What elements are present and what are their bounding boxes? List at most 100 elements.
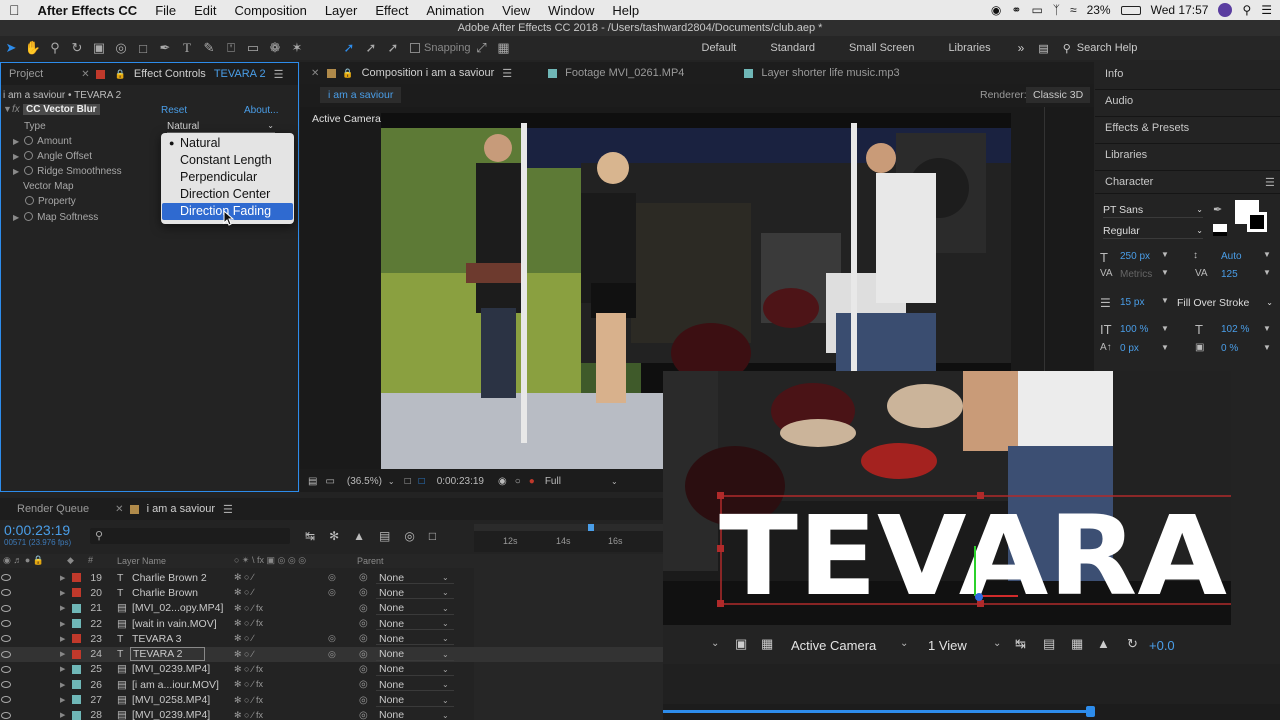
rotate-tool-icon[interactable]: ↻ xyxy=(66,38,88,58)
renderer-dropdown[interactable]: Classic 3D xyxy=(1026,87,1091,103)
tab-layer[interactable]: Layer shorter life music.mp3 xyxy=(753,62,907,84)
motion-blur-icon[interactable]: ◎ xyxy=(404,529,414,543)
swap-colors-icon[interactable] xyxy=(1213,224,1227,236)
chevron-down-icon[interactable]: ▼ xyxy=(1161,250,1169,259)
chevron-down-icon[interactable]: ▼ xyxy=(1161,296,1169,305)
section-libraries[interactable]: Libraries xyxy=(1105,149,1147,161)
reset-exposure-icon[interactable]: ↻ xyxy=(1127,636,1138,652)
menu-animation[interactable]: Animation xyxy=(417,3,493,18)
flowchart-icon[interactable]: ▲ xyxy=(1097,636,1110,651)
record-icon[interactable]: ◉ xyxy=(991,3,1001,17)
monitor-icon[interactable]: ▭ xyxy=(325,476,334,487)
layer-row[interactable]: ▶ 24 T TEVARA 2 ✻ ○ ∕ ◎ ◎ None ⌄ xyxy=(0,646,663,662)
graph-editor-icon[interactable]: □ xyxy=(429,529,436,543)
wifi-icon[interactable]: ≈ xyxy=(1070,3,1077,17)
stopwatch-icon[interactable] xyxy=(24,136,34,145)
safe-zones-icon[interactable]: □ xyxy=(405,476,411,487)
workspace-default[interactable]: Default xyxy=(685,42,754,54)
layer-name[interactable]: Charlie Brown xyxy=(132,587,198,599)
camera-tool-icon[interactable]: ▣ xyxy=(88,38,110,58)
pickwhip-icon[interactable]: ◎ xyxy=(359,649,368,660)
prop-map-softness[interactable]: ▶ Map Softness xyxy=(13,212,98,223)
switch-icons[interactable]: ✻ ○ ∕ fx xyxy=(234,664,263,675)
layer-name[interactable]: TEVARA 3 xyxy=(132,633,181,645)
layer-row[interactable]: ▶ 26 ▤ [i am a...iour.MOV] ✻ ○ ∕ fx ◎ None ⌄ xyxy=(0,677,663,692)
snapshot-icon[interactable]: ◉ xyxy=(498,476,507,487)
type-dropdown[interactable]: Natural ⌄ xyxy=(167,121,275,133)
snap-edges-icon[interactable]: ⤢ xyxy=(471,38,493,58)
switches-column-icons[interactable]: ○ ✴ \ fx ▣ ◎ ◎ ◎ xyxy=(234,555,306,566)
sync-settings-icon[interactable]: ▤ xyxy=(1038,42,1048,55)
layer-name[interactable]: TEVARA 2 xyxy=(130,647,206,662)
menu-app[interactable]: After Effects CC xyxy=(29,3,147,18)
tab-project[interactable]: Project xyxy=(1,63,51,85)
layer-label-color[interactable] xyxy=(72,680,81,690)
stroke-type-dropdown[interactable]: Fill Over Stroke ⌄ xyxy=(1177,295,1273,311)
eye-icon[interactable] xyxy=(1,574,11,581)
world-axis-icon[interactable]: ➚ xyxy=(360,38,382,58)
av-switches-icon[interactable]: ◉ ♬ ● 🔒 xyxy=(3,555,44,566)
work-area-bar[interactable] xyxy=(474,524,663,531)
zoom-dropdown[interactable]: (36.5%) xyxy=(347,476,382,487)
prop-ridge-smoothness[interactable]: ▶ Ridge Smoothness xyxy=(13,166,122,177)
creative-cloud-icon[interactable]: ⚭ xyxy=(1011,3,1021,17)
expand-triangle-icon[interactable]: ▶ xyxy=(60,635,65,643)
notification-center-icon[interactable]: ☰ xyxy=(1261,3,1272,17)
layer-name[interactable]: [MVI_0258.MP4] xyxy=(132,694,210,706)
menu-effect[interactable]: Effect xyxy=(366,3,417,18)
clock[interactable]: Wed 17:57 xyxy=(1151,3,1209,17)
chevron-down-icon[interactable]: ⌄ xyxy=(442,696,449,705)
chevron-down-icon[interactable]: ⌄ xyxy=(442,604,449,613)
timeline-timecode[interactable]: 0:00:23:19 xyxy=(4,522,70,538)
tab-composition[interactable]: Composition i am a saviour xyxy=(354,62,503,84)
spotlight-icon[interactable]: ⚲ xyxy=(1242,3,1251,17)
stopwatch-icon[interactable] xyxy=(25,196,34,205)
chevron-down-icon[interactable]: ⌄ xyxy=(900,638,908,649)
prop-angle-offset[interactable]: ▶ Angle Offset xyxy=(13,151,92,162)
layer-row[interactable]: ▶ 19 T Charlie Brown 2 ✻ ○ ∕ ◎ ◎ None ⌄ xyxy=(0,570,663,585)
expand-triangle-icon[interactable]: ▶ xyxy=(13,167,19,176)
layer-name[interactable]: [MVI_0239.MP4] xyxy=(132,663,210,675)
section-character[interactable]: Character xyxy=(1105,176,1153,188)
expand-triangle-icon[interactable]: ▶ xyxy=(60,681,65,689)
switch-icons[interactable]: ✻ ○ ∕ fx xyxy=(234,679,263,690)
panel-menu-icon[interactable]: ☰ xyxy=(1265,176,1275,189)
motion-blur-icon[interactable]: ◎ xyxy=(328,649,336,660)
font-family-dropdown[interactable]: PT Sans ⌄ xyxy=(1103,202,1203,218)
section-info[interactable]: Info xyxy=(1105,68,1123,80)
switch-icons[interactable]: ✻ ○ ∕ fx xyxy=(234,603,263,614)
label-column-icon[interactable]: ◆ xyxy=(67,555,74,566)
switch-icons[interactable]: ✻ ○ ∕ xyxy=(234,649,253,660)
apple-icon[interactable]:  xyxy=(0,2,29,18)
stopwatch-icon[interactable] xyxy=(24,166,34,175)
reset-button[interactable]: Reset xyxy=(161,105,187,116)
battery-percent[interactable]: 23% xyxy=(1087,3,1111,17)
chevron-down-icon[interactable]: ⌄ xyxy=(711,638,719,649)
fx-icon[interactable]: fx xyxy=(12,104,20,115)
chevron-down-icon[interactable]: ▼ xyxy=(1263,250,1271,259)
bluetooth-icon[interactable]: ᛉ xyxy=(1053,3,1060,17)
eraser-tool-icon[interactable]: ▭ xyxy=(242,38,264,58)
workspace-libraries[interactable]: Libraries xyxy=(931,42,1007,54)
eyedropper-icon[interactable]: ✒ xyxy=(1213,203,1222,216)
layer-label-color[interactable] xyxy=(72,649,81,659)
transparency-grid-icon[interactable]: ▦ xyxy=(761,636,773,652)
chevron-down-icon[interactable]: ▼ xyxy=(1161,343,1169,352)
expand-triangle-icon[interactable]: ▶ xyxy=(60,589,65,597)
chevron-down-icon[interactable]: ▼ xyxy=(1263,324,1271,333)
section-effects-presets[interactable]: Effects & Presets xyxy=(1105,122,1189,134)
comp-timecode[interactable]: 0:00:23:19 xyxy=(437,476,484,487)
time-ruler[interactable]: 12s 14s 16s xyxy=(474,524,663,552)
tab-footage[interactable]: Footage MVI_0261.MP4 xyxy=(557,62,692,84)
chevron-down-icon[interactable]: ▼ xyxy=(1161,324,1169,333)
pickwhip-icon[interactable]: ◎ xyxy=(359,679,368,690)
menu-composition[interactable]: Composition xyxy=(226,3,316,18)
search-icon[interactable]: ⚲ xyxy=(1063,42,1071,55)
layer-name[interactable]: [wait in vain.MOV] xyxy=(132,618,217,630)
toggle-pixel-aspect-icon[interactable]: ↹ xyxy=(1015,636,1026,652)
effect-name[interactable]: CC Vector Blur xyxy=(23,104,100,115)
selection-tool-icon[interactable]: ➤ xyxy=(0,38,22,58)
layer-label-color[interactable] xyxy=(72,710,81,720)
chevron-down-icon[interactable]: ⌄ xyxy=(993,638,1001,649)
workspace-overflow-icon[interactable]: » xyxy=(1018,41,1025,55)
